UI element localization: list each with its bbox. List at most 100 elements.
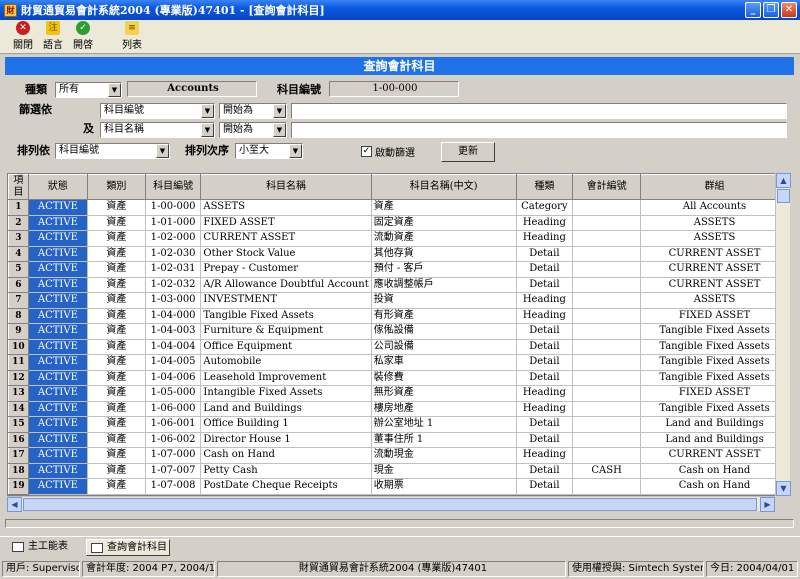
table-row[interactable]: 19 ACTIVE 資產 1-07-008 PostDate Cheque Receip… bbox=[8, 478, 789, 495]
app-icon: 財 bbox=[4, 3, 17, 17]
accounting-code-cell bbox=[572, 370, 642, 386]
vertical-scrollbar[interactable]: ▲ ▼ bbox=[775, 173, 791, 496]
horizontal-scrollbar[interactable]: ◀ ▶ bbox=[7, 496, 775, 512]
row-number: 17 bbox=[8, 447, 29, 464]
table-row[interactable]: 4 ACTIVE 資產 1-02-030 Other Stock Value 其他存貨 De… bbox=[8, 245, 789, 262]
status-cell: ACTIVE bbox=[28, 261, 88, 278]
status-cell: ACTIVE bbox=[28, 385, 88, 402]
table-row[interactable]: 3 ACTIVE 資產 1-02-000 CURRENT ASSET 流動資產 Headin… bbox=[8, 230, 789, 247]
group-cell: Tangible Fixed Assets bbox=[640, 323, 789, 340]
filter-panel: 種類 所有 ▼ Accounts 科目編號 1-00-000 篩選依 科目編號 ▼ … bbox=[5, 76, 794, 162]
status-cell: ACTIVE bbox=[28, 308, 88, 324]
table-row[interactable]: 10 ACTIVE 資產 1-04-004 Office Equipment 公司設備 De… bbox=[8, 338, 789, 355]
table-row[interactable]: 17 ACTIVE 資產 1-07-000 Cash on Hand 流動現金 Headin… bbox=[8, 447, 789, 464]
account-name-cell: Leasehold Improvement bbox=[200, 370, 372, 386]
close-button[interactable]: ✕ 關閉 bbox=[8, 20, 38, 52]
minimize-button[interactable]: _ bbox=[745, 2, 761, 18]
type-cell: Detail bbox=[516, 478, 574, 495]
scroll-right-icon[interactable]: ▶ bbox=[760, 497, 775, 512]
account-name-cell: Land and Buildings bbox=[200, 401, 372, 417]
column-header[interactable]: 狀態 bbox=[27, 174, 88, 200]
group-cell: ASSETS bbox=[640, 292, 789, 309]
status-cell: ACTIVE bbox=[28, 199, 88, 216]
vertical-scroll-thumb[interactable] bbox=[777, 189, 790, 203]
list-button[interactable]: ≡ 列表 bbox=[114, 20, 150, 52]
tab-main-menu[interactable]: 主工能表 bbox=[8, 539, 86, 556]
group-cell: FIXED ASSET bbox=[640, 308, 789, 324]
table-row[interactable]: 8 ACTIVE 資產 1-04-000 Tangible Fixed Assets 有形… bbox=[8, 307, 789, 324]
category-cell: 資產 bbox=[87, 385, 146, 402]
category-cell: 資產 bbox=[87, 246, 146, 262]
account-name-cell: Intangible Fixed Assets bbox=[200, 385, 372, 402]
row-number: 10 bbox=[8, 338, 29, 355]
account-name-zh-cell: 流動現金 bbox=[371, 447, 517, 464]
table-row[interactable]: 7 ACTIVE 資產 1-03-000 INVESTMENT 投資 Heading ASSE… bbox=[8, 292, 789, 309]
column-header[interactable]: 科目名稱 bbox=[200, 174, 372, 200]
scroll-up-icon[interactable]: ▲ bbox=[776, 173, 791, 188]
chevron-down-icon: ▼ bbox=[156, 144, 169, 158]
account-code-cell: 1-04-005 bbox=[145, 354, 202, 371]
table-row[interactable]: 14 ACTIVE 資產 1-06-000 Land and Buildings 樓房地產… bbox=[8, 400, 789, 417]
table-row[interactable]: 11 ACTIVE 資產 1-04-005 Automobile 私家車 Detail Tan… bbox=[8, 354, 789, 371]
sort-field-select[interactable]: 科目編號 ▼ bbox=[55, 143, 170, 159]
account-name-cell: Office Equipment bbox=[200, 339, 372, 355]
table-row[interactable]: 2 ACTIVE 資產 1-01-000 FIXED ASSET 固定資產 Heading A… bbox=[8, 214, 789, 231]
table-row[interactable]: 5 ACTIVE 資產 1-02-031 Prepay - Customer 預付 - 客… bbox=[8, 261, 789, 278]
accounting-code-cell bbox=[572, 416, 642, 433]
type-cell: Heading bbox=[516, 447, 574, 464]
table-row[interactable]: 6 ACTIVE 資產 1-02-032 A/R Allowance Doubtful … bbox=[8, 276, 789, 293]
maximize-button[interactable]: ❐ bbox=[763, 2, 779, 18]
type-select[interactable]: 所有 ▼ bbox=[55, 82, 122, 98]
table-row[interactable]: 16 ACTIVE 資產 1-06-002 Director House 1 董事住所 1… bbox=[8, 431, 789, 448]
table-row[interactable]: 12 ACTIVE 資產 1-04-006 Leasehold Improvement 裝… bbox=[8, 369, 789, 386]
filter2-value-input[interactable] bbox=[291, 122, 787, 138]
sort-order-select[interactable]: 小至大 ▼ bbox=[235, 143, 303, 159]
column-header[interactable]: 科目編號 bbox=[144, 174, 202, 200]
type-cell: Detail bbox=[516, 246, 574, 262]
filter-by-label: 篩選依 bbox=[19, 103, 52, 116]
filter1-operator-select[interactable]: 開始為 ▼ bbox=[219, 103, 287, 119]
chevron-down-icon: ▼ bbox=[201, 104, 214, 118]
filter2-operator-select[interactable]: 開始為 ▼ bbox=[219, 122, 287, 138]
group-cell: Cash on Hand bbox=[640, 463, 789, 479]
group-cell: ASSETS bbox=[640, 215, 789, 231]
window-title: 財貿通貿易會計系統2004 (專業版)47401 - [查詢會計科目] bbox=[21, 4, 325, 17]
table-row[interactable]: 13 ACTIVE 資產 1-05-000 Intangible Fixed Asset… bbox=[8, 385, 789, 402]
column-header[interactable]: 種類 bbox=[515, 174, 574, 200]
account-code-cell: 1-07-008 bbox=[145, 478, 202, 495]
table-row[interactable]: 15 ACTIVE 資產 1-06-001 Office Building 1 辦公室地址… bbox=[8, 416, 789, 433]
accounting-code-cell bbox=[572, 447, 642, 464]
account-name-zh-cell: 樓房地產 bbox=[371, 401, 517, 417]
row-number: 19 bbox=[8, 478, 29, 495]
column-header[interactable]: 群組 bbox=[640, 174, 789, 200]
account-name-cell: Cash on Hand bbox=[200, 447, 372, 464]
refresh-button[interactable]: 更新 bbox=[441, 142, 495, 162]
open-button[interactable]: ✓ 開啓 bbox=[68, 20, 98, 52]
table-row[interactable]: 1 ACTIVE 資產 1-00-000 ASSETS 資產 Category All Acc… bbox=[8, 199, 789, 216]
accounting-code-cell bbox=[572, 199, 642, 216]
column-header[interactable]: 科目名稱(中文) bbox=[370, 174, 517, 200]
column-header[interactable]: 類別 bbox=[86, 174, 146, 200]
table-row[interactable]: 9 ACTIVE 資產 1-04-003 Furniture & Equipment 傢俬… bbox=[8, 323, 789, 340]
close-window-button[interactable]: ✕ bbox=[781, 2, 797, 18]
horizontal-scroll-thumb[interactable] bbox=[23, 498, 757, 511]
filter1-field-select[interactable]: 科目編號 ▼ bbox=[100, 103, 215, 119]
table-row[interactable]: 18 ACTIVE 資產 1-07-007 Petty Cash 現金 Detail CASH… bbox=[8, 462, 789, 479]
accounting-code-cell bbox=[572, 339, 642, 355]
column-header[interactable]: 會計編號 bbox=[572, 174, 642, 200]
account-name-cell: Prepay - Customer bbox=[200, 261, 372, 278]
enable-filter-checkbox[interactable]: ✓ 啟動篩選 bbox=[361, 144, 415, 159]
filter1-value-input[interactable] bbox=[291, 103, 787, 119]
type-cell: Detail bbox=[516, 261, 574, 278]
scroll-left-icon[interactable]: ◀ bbox=[7, 497, 22, 512]
scroll-down-icon[interactable]: ▼ bbox=[776, 481, 791, 496]
account-name-zh-cell: 傢俬設備 bbox=[371, 323, 517, 340]
column-header[interactable]: 項目 bbox=[8, 174, 29, 200]
row-number: 14 bbox=[8, 400, 29, 417]
window-icon bbox=[91, 543, 103, 553]
filter2-field-select[interactable]: 科目名稱 ▼ bbox=[100, 122, 215, 138]
account-name-cell: Tangible Fixed Assets bbox=[200, 308, 372, 324]
language-button[interactable]: 注 語言 bbox=[38, 20, 68, 52]
type-cell: Detail bbox=[516, 277, 574, 293]
tab-query-accounts[interactable]: 查詢會計科目 bbox=[86, 539, 170, 556]
